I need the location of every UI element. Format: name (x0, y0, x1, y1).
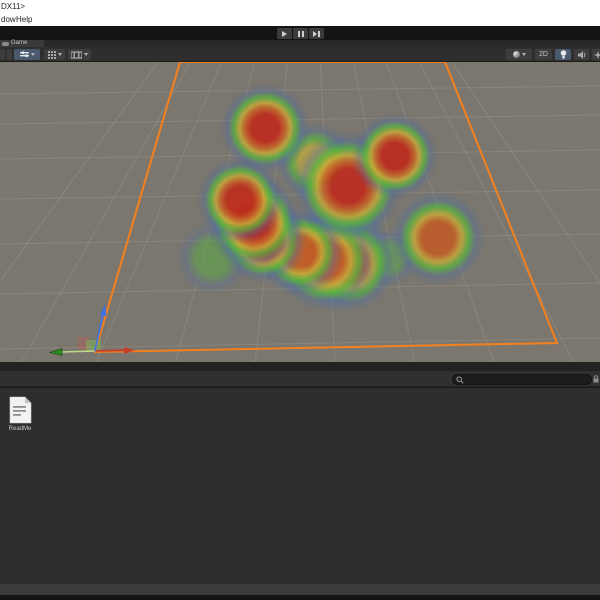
project-content-area[interactable]: ReadMe (0, 388, 600, 583)
editor-toolbar (0, 26, 600, 40)
render-mode-dropdown[interactable] (506, 49, 532, 60)
selected-plane-outline[interactable] (93, 62, 559, 354)
search-input[interactable] (466, 376, 586, 383)
gizmo-z-axis[interactable] (61, 350, 96, 353)
window-title: DX11> (1, 2, 26, 11)
toolbar-fragment-button-2[interactable] (7, 49, 12, 60)
project-toolbar (0, 371, 600, 387)
gizmo-z-arrow-icon[interactable] (48, 348, 63, 356)
play-icon (282, 31, 287, 37)
camera-view-dropdown[interactable] (68, 49, 91, 60)
chevron-down-icon (30, 53, 35, 56)
os-title-bar: DX11> (0, 0, 600, 13)
project-search-field[interactable] (452, 374, 592, 385)
gizmo-y-arrow-icon[interactable] (100, 304, 107, 316)
render-mode-sphere-icon (512, 51, 520, 58)
asset-label: ReadMe (8, 426, 32, 432)
scene-view-toolbar: 2D (0, 47, 600, 62)
tab-game[interactable]: Game (0, 40, 44, 47)
step-icon (313, 31, 317, 37)
search-icon (456, 375, 464, 384)
chevron-down-icon (57, 53, 62, 56)
pause-icon (298, 31, 304, 37)
2d-mode-label: 2D (539, 51, 548, 58)
viewport-bottom-strip (0, 362, 600, 371)
scene-filter-dropdown[interactable] (14, 49, 40, 60)
scene-filter-icon (19, 50, 29, 57)
toolbar-fragment-button[interactable] (0, 49, 5, 60)
asset-readme[interactable]: ReadMe (6, 396, 34, 432)
menu-item-window[interactable]: dow (1, 15, 16, 24)
play-button[interactable] (277, 28, 292, 39)
game-tab-label: Game (11, 40, 28, 46)
gizmo-plane-handle-green[interactable] (86, 340, 101, 351)
scene-viewport[interactable] (0, 62, 600, 362)
toggle-audio-button[interactable] (574, 49, 589, 60)
document-icon (9, 396, 31, 424)
audio-speaker-icon (577, 50, 585, 59)
lock-icon[interactable] (593, 375, 599, 383)
toggle-2d-button[interactable]: 2D (535, 49, 552, 60)
status-bar (0, 583, 600, 595)
selection-and-gizmo-overlay (48, 62, 559, 356)
toggle-lighting-button[interactable] (555, 49, 571, 60)
toggle-effects-button[interactable] (592, 49, 600, 60)
grid-snap-dropdown[interactable] (44, 49, 65, 60)
game-tab-icon (2, 41, 9, 46)
menu-bar: dow Help (0, 13, 600, 26)
play-controls (277, 28, 324, 39)
effects-icon (594, 50, 600, 59)
lighting-bulb-icon (560, 50, 566, 59)
chevron-down-icon (84, 53, 88, 56)
bottom-edge (0, 595, 600, 600)
camera-view-icon (71, 50, 82, 59)
view-tab-bar: Game (0, 40, 600, 47)
gizmo-x-arrow-icon[interactable] (124, 347, 135, 354)
unity-editor-window: DX11> dow Help Game 2D ReadMe (0, 0, 600, 600)
gizmo-x-axis[interactable] (94, 349, 125, 352)
pause-button[interactable] (293, 28, 308, 39)
chevron-down-icon (521, 53, 526, 56)
grid-snap-icon (47, 50, 56, 59)
step-button[interactable] (309, 28, 324, 39)
menu-item-help[interactable]: Help (16, 15, 32, 24)
